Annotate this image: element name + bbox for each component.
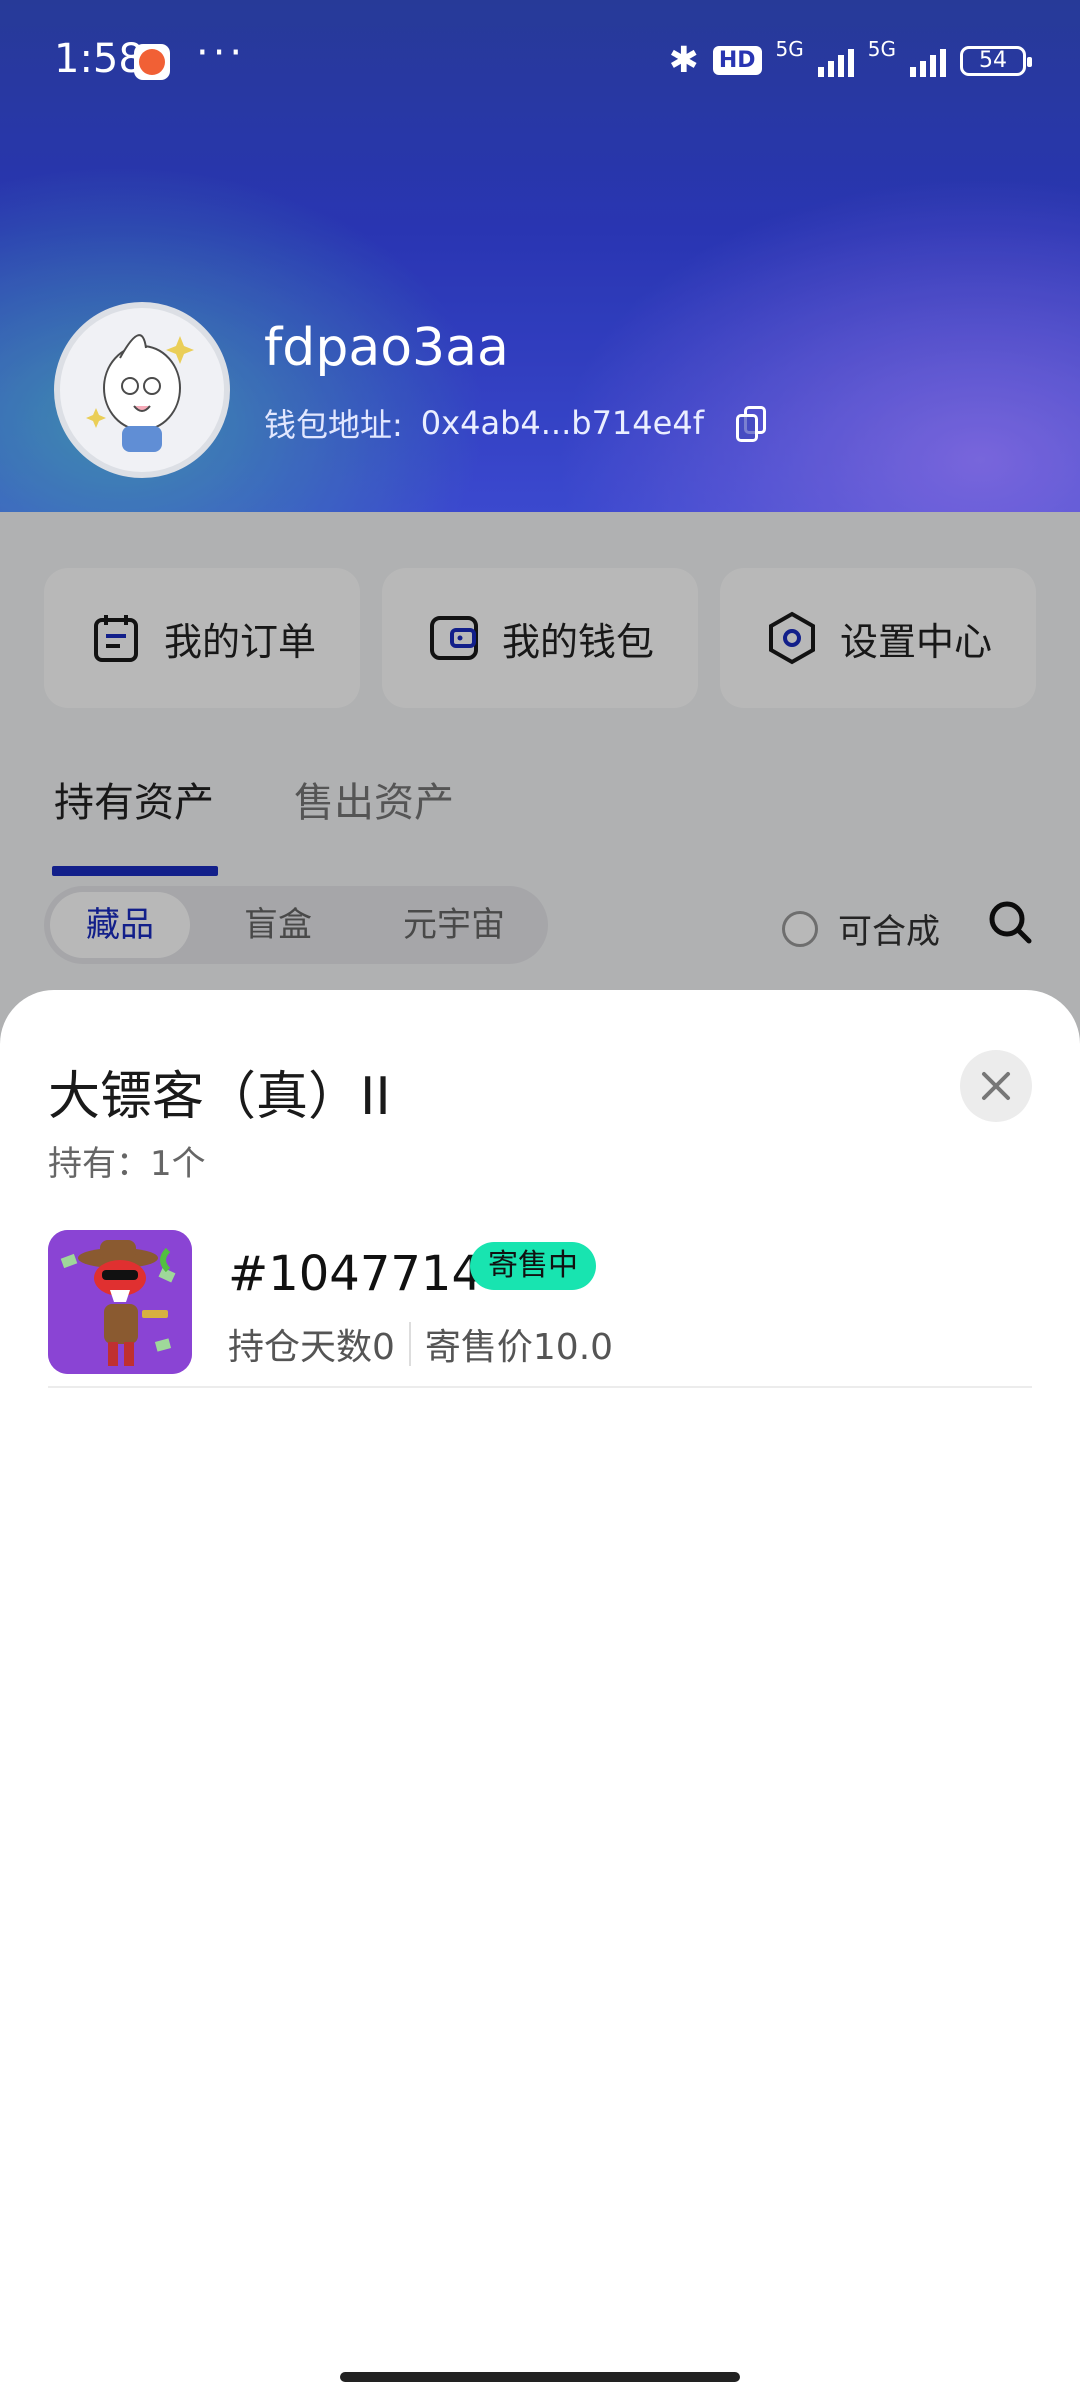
close-button[interactable]: [960, 1050, 1032, 1122]
status-badge: 寄售中: [470, 1242, 596, 1290]
item-meta: 持仓天数0 寄售价10.0: [228, 1318, 613, 1370]
nft-thumbnail: [48, 1230, 192, 1374]
meta-divider: [408, 1322, 411, 1366]
dim-overlay-top: [0, 0, 1080, 512]
item-serial: #1047714: [228, 1246, 482, 1302]
sheet-title: 大镖客（真）II: [48, 1067, 391, 1127]
holding-detail-sheet: 大镖客（真）II 持有：1个 #1047714 寄售中 持仓天数0 寄售价10.…: [0, 990, 1080, 2400]
consign-price: 寄售价10.0: [424, 1327, 614, 1368]
holding-days: 持仓天数0: [228, 1327, 395, 1368]
cowboy-dragon-image-icon: [48, 1230, 192, 1374]
home-indicator[interactable]: [340, 2372, 740, 2382]
held-count: 持有：1个: [48, 1144, 206, 1184]
list-item[interactable]: #1047714 寄售中 持仓天数0 寄售价10.0: [48, 1230, 1032, 1388]
close-icon: [982, 1072, 1010, 1100]
